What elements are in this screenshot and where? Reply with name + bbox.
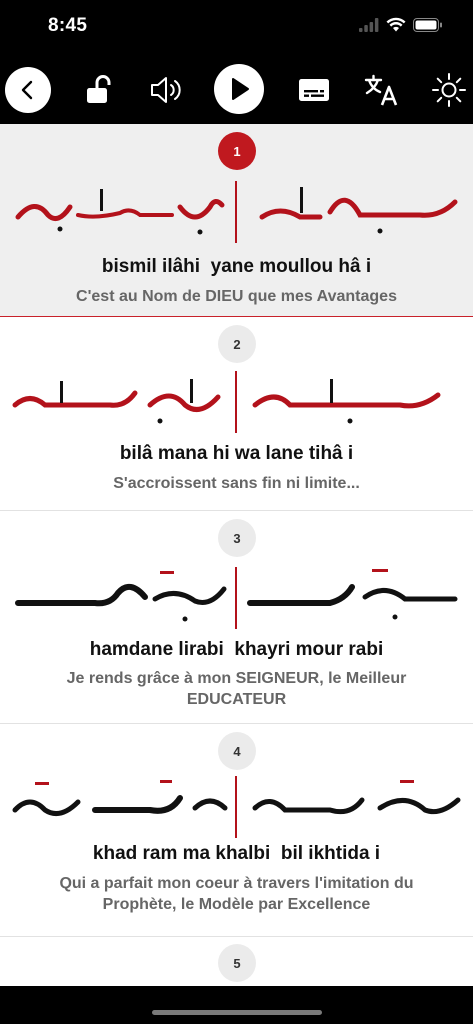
verse-item-4[interactable]: 4 khad ram ma khalbi bil ikhtida i Qui a… bbox=[0, 724, 473, 937]
brightness-button[interactable] bbox=[425, 66, 473, 114]
brightness-icon bbox=[432, 73, 466, 107]
verse-number-badge: 1 bbox=[218, 132, 256, 170]
chevron-left-icon bbox=[21, 80, 33, 100]
play-icon bbox=[232, 78, 249, 100]
verse-transliteration: hamdane lirabi khayri mour rabi bbox=[89, 639, 384, 660]
audio-button[interactable] bbox=[142, 66, 190, 114]
verse-item-3[interactable]: 3 hamdane lirabi khayri mour rabi Je ren… bbox=[0, 511, 473, 724]
unlock-icon bbox=[87, 75, 111, 103]
verse-translation: C'est au Nom de DIEU que mes Avantages bbox=[76, 288, 397, 305]
signal-icon bbox=[359, 17, 379, 32]
verse-number-badge: 5 bbox=[218, 944, 256, 982]
lock-toggle-button[interactable] bbox=[74, 66, 122, 114]
toolbar bbox=[0, 58, 473, 124]
verse-item-2[interactable]: 2 bilâ mana hi wa lane tihâ i S'accroiss… bbox=[0, 317, 473, 511]
home-indicator[interactable] bbox=[152, 1010, 322, 1015]
speaker-icon bbox=[151, 77, 181, 103]
verse-calligraphy bbox=[12, 776, 461, 838]
verse-number-badge: 4 bbox=[218, 732, 256, 770]
verse-transliteration: khad ram ma khalbi bil ikhtida i bbox=[92, 843, 381, 864]
status-bar: 8:45 bbox=[0, 0, 473, 58]
verse-translation: Qui a parfait mon coeur à travers l'imit… bbox=[59, 875, 414, 913]
subtitles-icon bbox=[299, 79, 329, 101]
verse-item-1[interactable]: 1 bismil ilâhi yane moullou hâ i C'est a… bbox=[0, 124, 473, 317]
verse-transliteration: bismil ilâhi yane moullou hâ i bbox=[101, 256, 372, 277]
back-button[interactable] bbox=[5, 67, 51, 113]
verse-translation: S'accroissent sans fin ni limite... bbox=[113, 475, 360, 492]
bottom-bar bbox=[0, 986, 473, 1024]
verse-calligraphy bbox=[15, 181, 458, 243]
status-icons bbox=[359, 17, 443, 32]
verse-transliteration: bilâ mana hi wa lane tihâ i bbox=[119, 443, 354, 464]
status-time: 8:45 bbox=[48, 15, 88, 36]
verse-number-badge: 3 bbox=[218, 519, 256, 557]
verse-list[interactable]: 1 bismil ilâhi yane moullou hâ i C'est a… bbox=[0, 124, 473, 986]
verse-item-5[interactable]: 5 bbox=[0, 937, 473, 986]
translate-icon bbox=[364, 74, 398, 106]
verse-calligraphy bbox=[15, 567, 458, 629]
play-button[interactable] bbox=[214, 64, 264, 114]
verse-translation: Je rends grâce à mon SEIGNEUR, le Meille… bbox=[66, 670, 407, 708]
verse-number-badge: 2 bbox=[218, 325, 256, 363]
translate-button[interactable] bbox=[357, 66, 405, 114]
battery-icon bbox=[413, 17, 442, 32]
verse-calligraphy bbox=[12, 371, 441, 433]
wifi-icon bbox=[386, 17, 406, 32]
subtitles-button[interactable] bbox=[290, 66, 338, 114]
